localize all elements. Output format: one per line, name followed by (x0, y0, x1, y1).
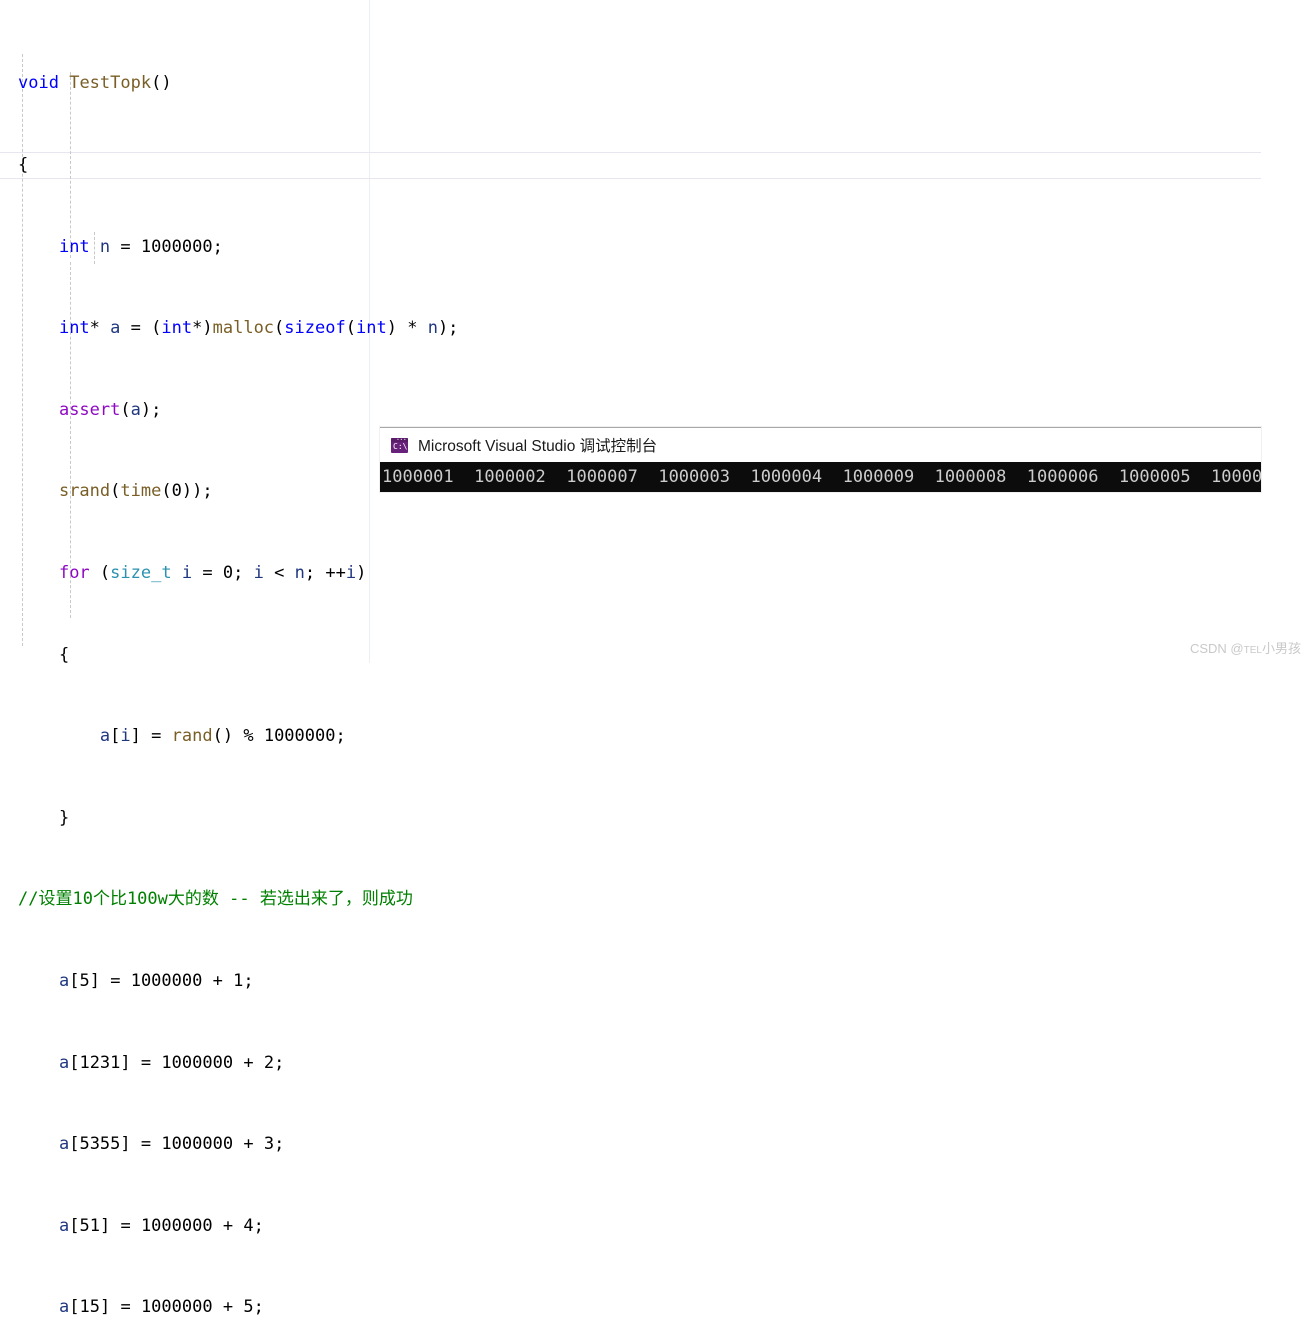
code-line: for (size_t i = 0; i < n; ++i) (58, 562, 367, 583)
code-line: int* a = (int*)malloc(sizeof(int) * n); (58, 318, 459, 339)
console-window-icon: ••• C:\ (391, 437, 408, 453)
code-line: assert(a); (58, 399, 162, 420)
code-line: { (58, 644, 70, 665)
watermark-prefix: CSDN @ (1189, 641, 1244, 656)
code-line: void TestTopk() (18, 73, 172, 94)
code-line: a[i] = rand() % 1000000; (99, 726, 346, 747)
code-line: a[5] = 1000000 + 1; (58, 970, 254, 991)
code-line: a[5355] = 1000000 + 3; (58, 1134, 285, 1155)
watermark-small: TEL (1243, 645, 1262, 656)
code-line: { (18, 155, 29, 175)
csdn-watermark: CSDN @TEL小男孩 (1190, 638, 1301, 657)
code-line: a[51] = 1000000 + 4; (58, 1215, 264, 1236)
console-title: Microsoft Visual Studio 调试控制台 (418, 438, 658, 455)
code-editor[interactable]: void TestTopk() { int n = 1000000; int* … (0, 0, 1311, 1317)
code-line: } (58, 807, 70, 828)
code-line: int n = 1000000; (58, 236, 223, 257)
code-line: a[1231] = 1000000 + 2; (58, 1052, 285, 1073)
code-comment-line: //设置10个比100w大的数 -- 若选出来了，则成功 (18, 889, 413, 910)
watermark-suffix: 小男孩 (1261, 641, 1301, 656)
code-text[interactable]: void TestTopk() { int n = 1000000; int* … (18, 16, 458, 1326)
console-output: 1000001 1000002 1000007 1000003 1000004 … (380, 462, 1261, 492)
code-line: a[15] = 1000000 + 5; (58, 1297, 264, 1318)
console-titlebar[interactable]: ••• C:\ Microsoft Visual Studio 调试控制台 (380, 427, 1261, 462)
debug-console-window[interactable]: ••• C:\ Microsoft Visual Studio 调试控制台 10… (380, 427, 1261, 492)
console-icon-prompt: C:\ (393, 441, 408, 451)
